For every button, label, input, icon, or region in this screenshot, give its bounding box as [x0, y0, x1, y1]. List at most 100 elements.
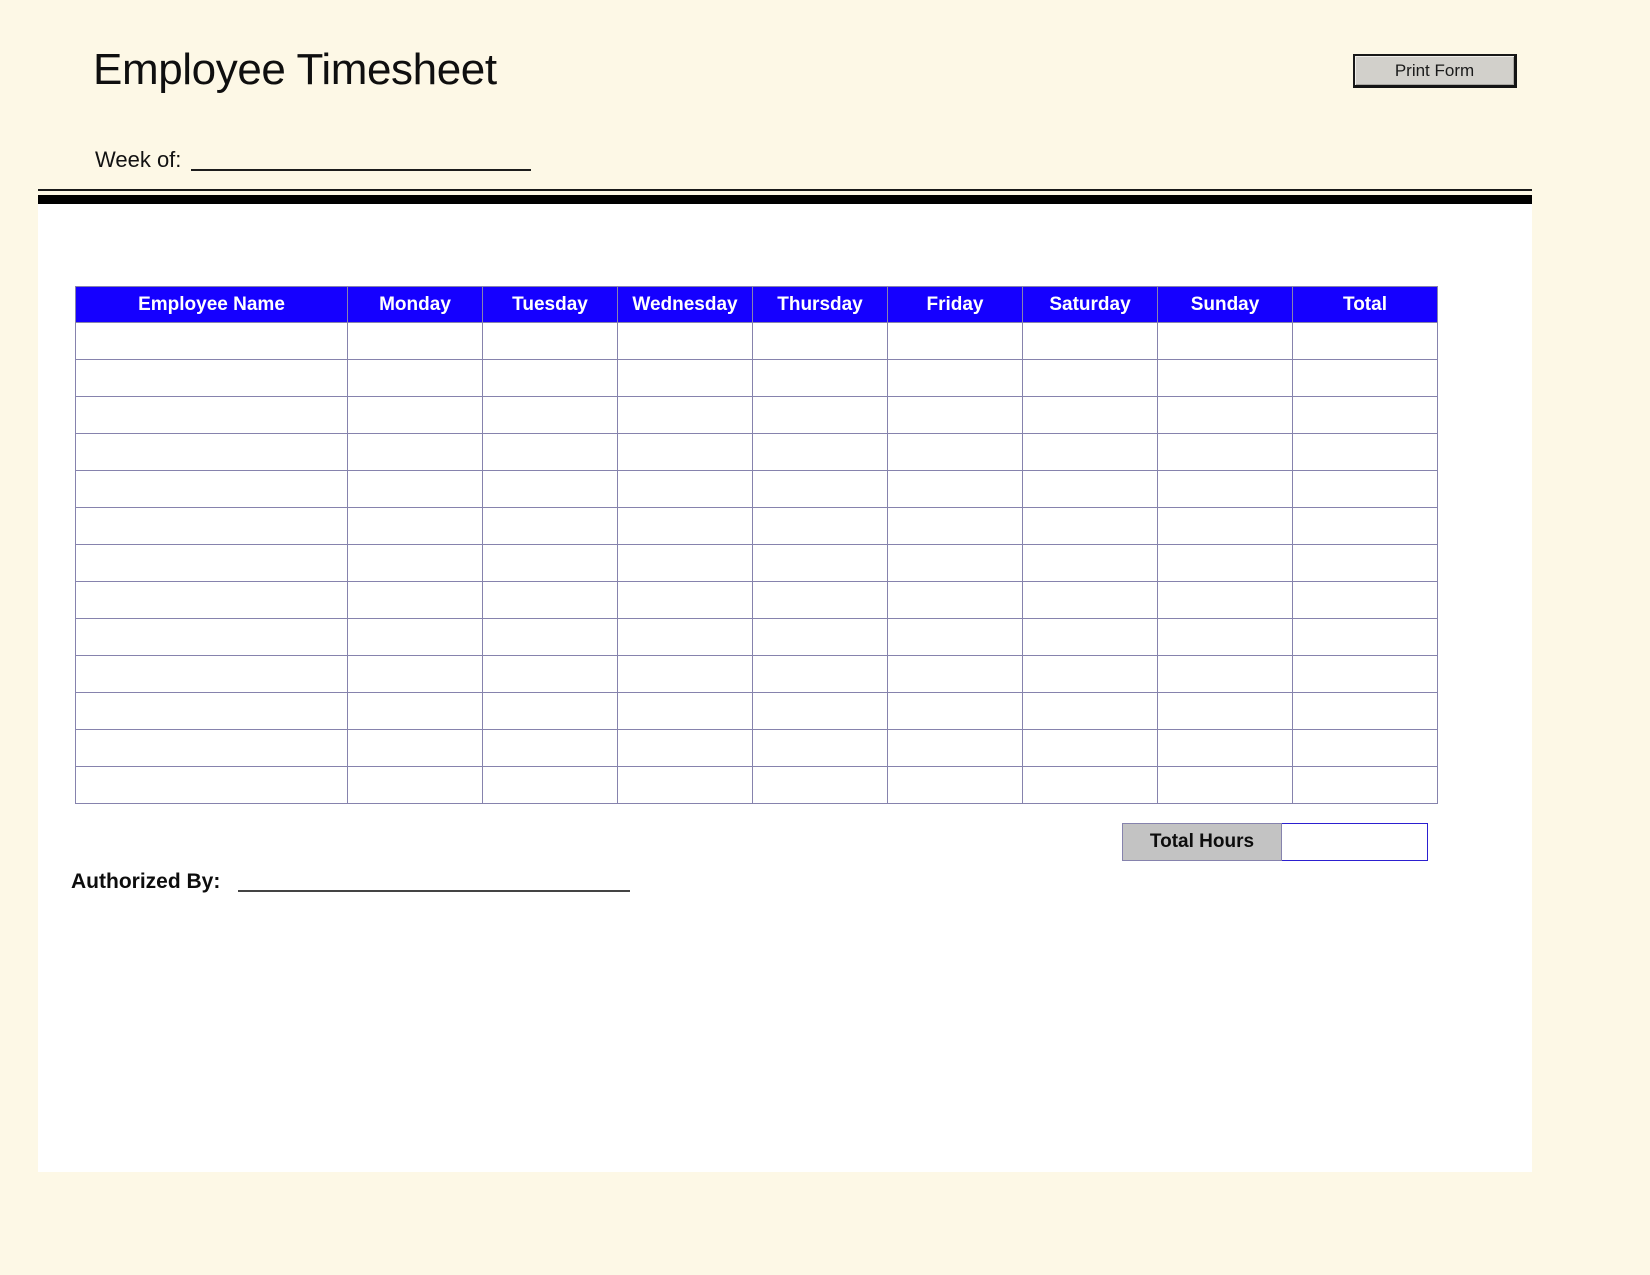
week-of-input[interactable]	[191, 145, 531, 171]
day-hours-input[interactable]	[1158, 508, 1292, 544]
day-hours-input[interactable]	[1023, 397, 1157, 433]
row-total-input[interactable]	[1293, 693, 1437, 729]
day-hours-input[interactable]	[348, 730, 482, 766]
total-hours-input[interactable]	[1282, 823, 1428, 861]
day-hours-input[interactable]	[618, 471, 752, 507]
day-hours-input[interactable]	[888, 434, 1022, 470]
day-hours-input[interactable]	[888, 545, 1022, 581]
day-hours-input[interactable]	[888, 656, 1022, 692]
day-hours-input[interactable]	[888, 323, 1022, 359]
day-hours-input[interactable]	[1158, 471, 1292, 507]
day-hours-input[interactable]	[753, 693, 887, 729]
day-hours-input[interactable]	[1158, 360, 1292, 396]
row-total-input[interactable]	[1293, 397, 1437, 433]
employee-name-input[interactable]	[76, 360, 347, 396]
print-form-button[interactable]: Print Form	[1353, 54, 1517, 88]
day-hours-input[interactable]	[888, 767, 1022, 803]
day-hours-input[interactable]	[1023, 471, 1157, 507]
day-hours-input[interactable]	[483, 730, 617, 766]
day-hours-input[interactable]	[348, 360, 482, 396]
day-hours-input[interactable]	[1023, 434, 1157, 470]
day-hours-input[interactable]	[753, 545, 887, 581]
day-hours-input[interactable]	[1023, 582, 1157, 618]
day-hours-input[interactable]	[888, 508, 1022, 544]
day-hours-input[interactable]	[753, 434, 887, 470]
day-hours-input[interactable]	[1023, 545, 1157, 581]
day-hours-input[interactable]	[753, 582, 887, 618]
day-hours-input[interactable]	[753, 656, 887, 692]
employee-name-input[interactable]	[76, 619, 347, 655]
row-total-input[interactable]	[1293, 619, 1437, 655]
day-hours-input[interactable]	[1023, 323, 1157, 359]
row-total-input[interactable]	[1293, 545, 1437, 581]
day-hours-input[interactable]	[483, 508, 617, 544]
day-hours-input[interactable]	[1158, 767, 1292, 803]
day-hours-input[interactable]	[888, 360, 1022, 396]
day-hours-input[interactable]	[1023, 767, 1157, 803]
employee-name-input[interactable]	[76, 693, 347, 729]
day-hours-input[interactable]	[348, 767, 482, 803]
day-hours-input[interactable]	[753, 397, 887, 433]
day-hours-input[interactable]	[1023, 656, 1157, 692]
day-hours-input[interactable]	[1158, 730, 1292, 766]
day-hours-input[interactable]	[618, 360, 752, 396]
day-hours-input[interactable]	[753, 508, 887, 544]
day-hours-input[interactable]	[1023, 360, 1157, 396]
employee-name-input[interactable]	[76, 323, 347, 359]
day-hours-input[interactable]	[888, 471, 1022, 507]
employee-name-input[interactable]	[76, 767, 347, 803]
day-hours-input[interactable]	[348, 508, 482, 544]
day-hours-input[interactable]	[753, 730, 887, 766]
day-hours-input[interactable]	[618, 434, 752, 470]
day-hours-input[interactable]	[888, 730, 1022, 766]
row-total-input[interactable]	[1293, 730, 1437, 766]
day-hours-input[interactable]	[618, 767, 752, 803]
row-total-input[interactable]	[1293, 323, 1437, 359]
day-hours-input[interactable]	[1158, 582, 1292, 618]
day-hours-input[interactable]	[1158, 397, 1292, 433]
day-hours-input[interactable]	[483, 656, 617, 692]
day-hours-input[interactable]	[1158, 656, 1292, 692]
day-hours-input[interactable]	[348, 397, 482, 433]
day-hours-input[interactable]	[348, 582, 482, 618]
day-hours-input[interactable]	[1158, 619, 1292, 655]
day-hours-input[interactable]	[888, 582, 1022, 618]
day-hours-input[interactable]	[348, 693, 482, 729]
day-hours-input[interactable]	[753, 471, 887, 507]
employee-name-input[interactable]	[76, 582, 347, 618]
employee-name-input[interactable]	[76, 656, 347, 692]
authorized-by-input[interactable]	[238, 866, 630, 892]
day-hours-input[interactable]	[618, 656, 752, 692]
employee-name-input[interactable]	[76, 508, 347, 544]
day-hours-input[interactable]	[348, 619, 482, 655]
day-hours-input[interactable]	[753, 619, 887, 655]
day-hours-input[interactable]	[1158, 323, 1292, 359]
day-hours-input[interactable]	[1023, 730, 1157, 766]
employee-name-input[interactable]	[76, 434, 347, 470]
row-total-input[interactable]	[1293, 582, 1437, 618]
day-hours-input[interactable]	[483, 693, 617, 729]
row-total-input[interactable]	[1293, 656, 1437, 692]
day-hours-input[interactable]	[618, 545, 752, 581]
day-hours-input[interactable]	[348, 323, 482, 359]
day-hours-input[interactable]	[618, 582, 752, 618]
row-total-input[interactable]	[1293, 508, 1437, 544]
day-hours-input[interactable]	[753, 323, 887, 359]
employee-name-input[interactable]	[76, 545, 347, 581]
day-hours-input[interactable]	[483, 619, 617, 655]
day-hours-input[interactable]	[483, 434, 617, 470]
employee-name-input[interactable]	[76, 730, 347, 766]
day-hours-input[interactable]	[1158, 693, 1292, 729]
day-hours-input[interactable]	[618, 730, 752, 766]
day-hours-input[interactable]	[618, 693, 752, 729]
day-hours-input[interactable]	[618, 508, 752, 544]
day-hours-input[interactable]	[483, 397, 617, 433]
day-hours-input[interactable]	[1023, 619, 1157, 655]
day-hours-input[interactable]	[483, 360, 617, 396]
day-hours-input[interactable]	[348, 656, 482, 692]
day-hours-input[interactable]	[888, 397, 1022, 433]
row-total-input[interactable]	[1293, 434, 1437, 470]
day-hours-input[interactable]	[618, 397, 752, 433]
row-total-input[interactable]	[1293, 360, 1437, 396]
day-hours-input[interactable]	[1023, 508, 1157, 544]
